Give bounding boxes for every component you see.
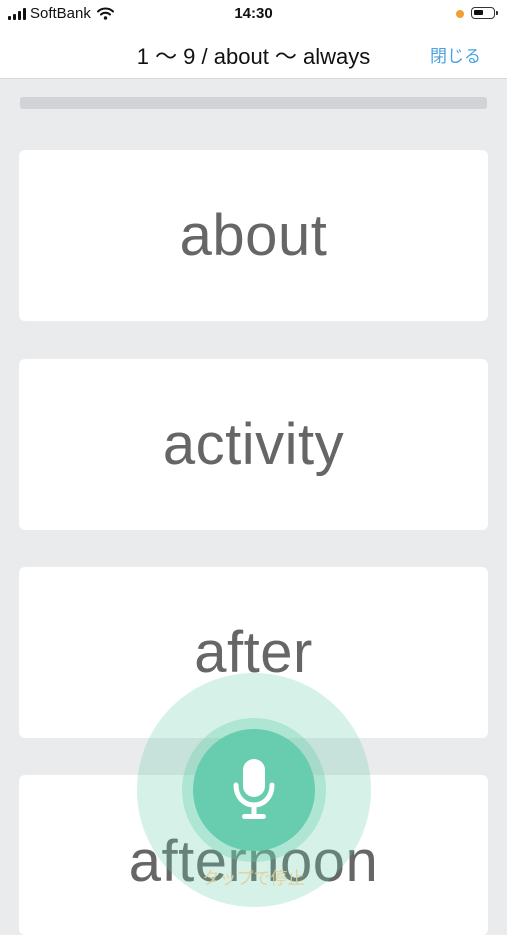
word-card-activity[interactable]: activity — [19, 359, 488, 530]
navigation-bar: 1 〜 9 / about 〜 always 閉じる — [0, 28, 507, 79]
status-time: 14:30 — [234, 5, 273, 22]
word-card-about[interactable]: about — [19, 150, 488, 321]
battery-icon — [471, 7, 498, 19]
recording-indicator-icon — [456, 10, 464, 18]
card-word: about — [179, 203, 328, 268]
card-word: activity — [162, 412, 345, 477]
microphone-button[interactable] — [193, 729, 315, 851]
microphone-icon — [233, 759, 275, 819]
progress-bar — [20, 97, 487, 109]
close-button[interactable]: 閉じる — [430, 42, 481, 67]
status-bar: SoftBank 14:30 — [0, 0, 507, 28]
mic-caption: タップで停止 — [202, 869, 305, 888]
